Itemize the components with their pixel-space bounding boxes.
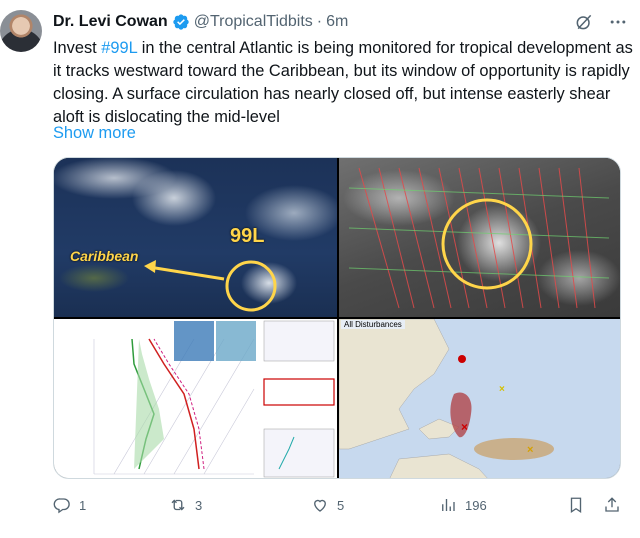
disturbances-title: All Disturbances <box>341 320 405 329</box>
reply-icon <box>53 498 70 514</box>
like-icon <box>314 499 326 512</box>
grok-icon[interactable] <box>574 12 594 32</box>
svg-text:×: × <box>499 384 505 395</box>
tweet-text-start: Invest <box>53 39 102 57</box>
verified-badge-icon[interactable] <box>172 13 190 31</box>
tweet-text: Invest #99L in the central Atlantic is b… <box>53 37 633 129</box>
author-handle[interactable]: @TropicalTidbits <box>194 13 313 31</box>
shear-map-image[interactable] <box>339 158 620 317</box>
avatar[interactable] <box>0 10 42 52</box>
media-grid[interactable]: Caribbean 99L × × × All Disturbances <box>53 157 621 479</box>
share-button[interactable] <box>603 495 629 515</box>
author-name[interactable]: Dr. Levi Cowan <box>53 13 168 31</box>
sounding-graphic <box>54 319 337 478</box>
views-icon <box>442 499 455 511</box>
more-icon[interactable] <box>608 12 628 32</box>
reply-count: 1 <box>79 497 87 513</box>
tweet-text-rest: in the central Atlantic is being monitor… <box>53 39 633 126</box>
repost-icon <box>171 499 185 511</box>
tweet-time[interactable]: 6m <box>326 13 348 31</box>
system-label: 99L <box>230 225 265 247</box>
tweet-header: Dr. Levi Cowan @TropicalTidbits · 6m <box>53 11 348 33</box>
tweet[interactable]: Dr. Levi Cowan @TropicalTidbits · 6m Inv… <box>0 0 640 538</box>
like-button[interactable]: 5 <box>311 495 344 515</box>
repost-button[interactable]: 3 <box>169 495 202 515</box>
views-button[interactable]: 196 <box>439 495 487 515</box>
svg-text:×: × <box>527 444 533 456</box>
like-count: 5 <box>337 497 345 513</box>
bookmark-button[interactable] <box>567 495 593 515</box>
sounding-chart-image[interactable] <box>54 319 337 478</box>
hashtag-link[interactable]: #99L <box>101 39 137 57</box>
repost-count: 3 <box>195 497 203 513</box>
show-more-link[interactable]: Show more <box>53 124 136 143</box>
caribbean-label: Caribbean <box>70 248 139 264</box>
disturbances-map-image[interactable]: × × × All Disturbances <box>339 319 620 478</box>
bookmark-icon <box>570 497 582 514</box>
share-icon <box>605 497 619 512</box>
svg-text:×: × <box>461 420 468 434</box>
reply-button[interactable]: 1 <box>53 495 86 515</box>
shear-overlay <box>348 167 610 309</box>
separator-dot: · <box>316 13 323 30</box>
tweet-actions: 1 3 5 196 <box>53 495 628 517</box>
satellite-image[interactable]: Caribbean 99L <box>54 158 337 317</box>
disturbances-graphic: × × × <box>339 319 620 478</box>
header-actions <box>574 12 628 32</box>
satellite-overlay <box>144 260 277 312</box>
views-count: 196 <box>465 497 487 513</box>
